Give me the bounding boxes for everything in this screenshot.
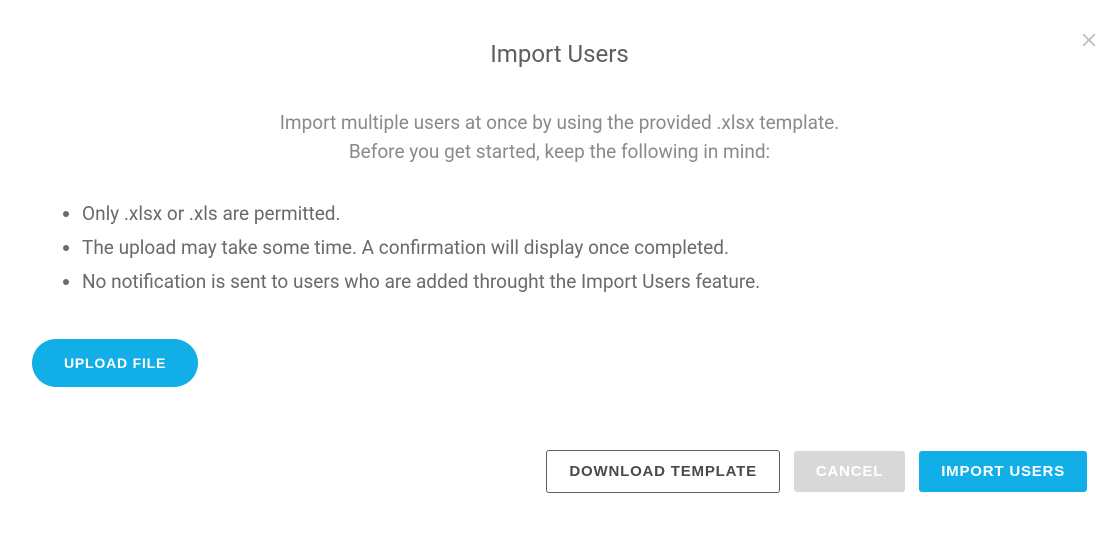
instructions-list: Only .xlsx or .xls are permitted. The up… (32, 197, 1087, 300)
modal-title: Import Users (32, 40, 1087, 68)
modal-footer: DOWNLOAD TEMPLATE CANCEL IMPORT USERS (546, 450, 1087, 493)
close-button[interactable] (1077, 28, 1101, 52)
intro-text: Import multiple users at once by using t… (32, 108, 1087, 167)
list-item: No notification is sent to users who are… (82, 265, 1087, 299)
cancel-button[interactable]: CANCEL (794, 451, 905, 492)
list-item: The upload may take some time. A confirm… (82, 231, 1087, 265)
import-users-button[interactable]: IMPORT USERS (919, 451, 1087, 492)
intro-line-1: Import multiple users at once by using t… (32, 108, 1087, 137)
import-users-modal: Import Users Import multiple users at on… (0, 0, 1119, 417)
list-item: Only .xlsx or .xls are permitted. (82, 197, 1087, 231)
upload-file-button[interactable]: UPLOAD FILE (32, 339, 198, 387)
intro-line-2: Before you get started, keep the followi… (32, 137, 1087, 166)
download-template-button[interactable]: DOWNLOAD TEMPLATE (546, 450, 779, 493)
close-icon (1080, 31, 1098, 49)
